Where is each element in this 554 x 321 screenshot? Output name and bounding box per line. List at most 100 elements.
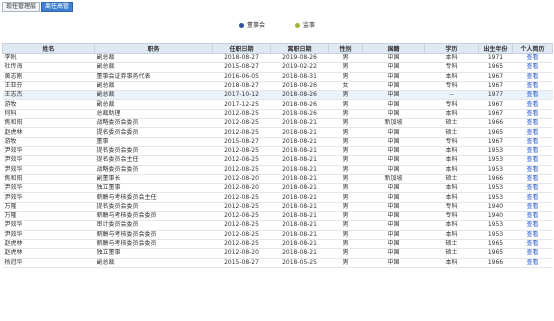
cell-name: 李帆 [2,53,95,64]
view-resume-link[interactable]: 查看 [526,221,538,228]
view-resume-link[interactable]: 查看 [526,194,538,201]
view-resume-link[interactable]: 查看 [526,249,538,256]
cell-birth-year: 1967 [478,109,513,120]
cell-gender: 男 [328,127,363,138]
table-row[interactable]: 焦和阳 战略委员会委员 2012-08-25 2018-08-21 男新加坡 硕士 1966… [2,118,553,129]
cell-end-date: 2018-08-21 [270,192,329,203]
column-header-nationality[interactable]: 国籍 [362,43,425,54]
table-row[interactable]: 黄志刚 董事会证券事务代表 2016-06-05 2018-08-31 男中国 本科 196… [2,72,553,82]
view-resume-link[interactable]: 查看 [526,138,538,145]
column-header-end-date[interactable]: 离职日期 [270,43,329,54]
cell-position: 总裁助理 [94,109,213,120]
table-row[interactable]: 尹效华 提名委员会委员 2012-08-25 2018-08-21 男中国 本科 1953 查… [2,146,553,157]
table-row[interactable]: 王志杰 副总裁 2017-10-12 2018-08-26 男中国 -- 1977 查看 [2,90,553,101]
column-header-name[interactable]: 姓名 [2,43,95,54]
table-row[interactable]: 尹效华 审计委员会委员 2012-08-25 2018-08-21 男中国 本科 1953 查… [2,220,553,231]
view-resume-link[interactable]: 查看 [526,156,538,163]
cell-nationality: 中国 [362,146,425,157]
supervisor-dot-icon [294,23,300,28]
column-header-education[interactable]: 学历 [424,43,479,54]
table-row[interactable]: 游牧 董事 2015-08-27 2018-08-21 男中国 专科 1967 查看 [2,137,553,147]
tab-current-management[interactable]: 现任管理层 [2,2,41,12]
table-row[interactable]: 万隆 薪酬与考核委员会委员 2012-08-25 2018-08-21 男中国 专科 194… [2,211,553,222]
column-header-birth-year[interactable]: 出生年份 [478,43,513,54]
view-resume-link[interactable]: 查看 [526,212,538,219]
cell-resume-link: 查看 [512,174,553,185]
legend-label: 监事 [302,22,315,29]
cell-name: 尹效华 [2,230,95,240]
view-resume-link[interactable]: 查看 [526,82,538,89]
column-header-start-date[interactable]: 任职日期 [212,43,271,54]
table-row[interactable]: 尹效华 战略委员会委员 2012-08-25 2018-08-21 男中国 本科 1953 查… [2,165,553,175]
view-resume-link[interactable]: 查看 [526,54,538,61]
cell-education: 本科 [424,155,479,166]
cell-name: 王亚芬 [2,81,95,92]
table-row[interactable]: 杜传海 副总裁 2015-08-27 2019-02-22 男中国 专科 1965 查看 [2,62,553,73]
cell-birth-year: 1966 [478,258,513,268]
cell-gender: 男 [328,137,363,147]
column-header-gender[interactable]: 性别 [328,43,363,54]
cell-start-date: 2012-08-25 [212,220,271,231]
view-resume-link[interactable]: 查看 [526,240,538,247]
table-row[interactable]: 焦和阳 副董事长 2012-08-20 2018-08-21 男新加坡 硕士 1966 查看 [2,174,553,185]
view-resume-link[interactable]: 查看 [526,166,538,173]
departed-executives-table: 姓名 职务 任职日期 离职日期 性别 国籍 学历 出生年份 个人简历 李帆 副总裁… [2,43,553,268]
table-row[interactable]: 李帆 副总裁 2018-08-27 2019-08-26 男中国 本科 1971 查看 [2,53,553,64]
table-row[interactable]: 王亚芬 副总裁 2018-08-27 2018-08-26 女中国 专科 1967 查看 [2,81,553,92]
legend-item-supervisor[interactable]: 监事 [294,20,315,29]
view-resume-link[interactable]: 查看 [526,203,538,210]
cell-name: 万隆 [2,202,95,213]
cell-resume-link: 查看 [512,137,553,147]
cell-resume-link: 查看 [512,220,553,231]
cell-resume-link: 查看 [512,118,553,129]
column-header-resume: 个人简历 [512,43,553,54]
cell-start-date: 2012-08-20 [212,174,271,185]
view-resume-link[interactable]: 查看 [526,175,538,182]
cell-gender: 男 [328,192,363,203]
view-resume-link[interactable]: 查看 [526,101,538,108]
view-resume-link[interactable]: 查看 [526,231,538,238]
cell-end-date: 2018-08-21 [270,146,329,157]
table-row[interactable]: 尹效华 薪酬与考核委员会主任 2012-08-25 2018-08-21 男中国 本科 19… [2,192,553,203]
view-resume-link[interactable]: 查看 [526,63,538,70]
table-row[interactable]: 杨冠华 副总裁 2015-08-27 2018-05-25 男中国 本科 1966 查看 [2,258,553,268]
view-resume-link[interactable]: 查看 [526,147,538,154]
view-resume-link[interactable]: 查看 [526,91,538,98]
table-row[interactable]: 何科 总裁助理 2012-08-25 2018-08-26 男中国 本科 1967 查看 [2,109,553,120]
table-row[interactable]: 赵虎林 独立董事 2012-08-20 2018-08-21 男中国 硕士 1965 查看 [2,248,553,259]
cell-nationality: 中国 [362,127,425,138]
view-resume-link[interactable]: 查看 [526,259,538,266]
view-resume-link[interactable]: 查看 [526,129,538,136]
table-row[interactable]: 赵虎林 薪酬与考核委员会委员 2012-08-25 2018-08-21 男中国 硕士 19… [2,239,553,250]
cell-start-date: 2017-12-25 [212,99,271,110]
table-row[interactable]: 赵虎林 提名委员会委员 2012-08-25 2018-08-21 男中国 硕士 1965 查… [2,127,553,138]
view-resume-link[interactable]: 查看 [526,119,538,126]
table-row[interactable]: 尹效华 薪酬与考核委员会委员 2012-08-25 2018-08-21 男中国 本科 19… [2,230,553,240]
cell-name: 游牧 [2,137,95,147]
legend-item-board[interactable]: 董事会 [239,20,265,29]
cell-birth-year: 1953 [478,155,513,166]
cell-resume-link: 查看 [512,230,553,240]
tab-departed-executives[interactable]: 离任高管 [41,2,74,12]
table-header-row: 姓名 职务 任职日期 离职日期 性别 国籍 学历 出生年份 个人简历 [2,43,553,54]
cell-education: 本科 [424,72,479,82]
cell-resume-link: 查看 [512,248,553,259]
cell-position: 提名委员会委员 [94,202,213,213]
cell-resume-link: 查看 [512,127,553,138]
cell-end-date: 2018-08-21 [270,202,329,213]
view-resume-link[interactable]: 查看 [526,110,538,117]
table-row[interactable]: 游牧 副总裁 2017-12-25 2018-08-26 男中国 专科 1967 查看 [2,99,553,110]
cell-name: 黄志刚 [2,72,95,82]
table-row[interactable]: 万隆 提名委员会委员 2012-08-25 2018-08-21 男中国 专科 1940 查看 [2,202,553,213]
cell-birth-year: 1966 [478,118,513,129]
column-header-position[interactable]: 职务 [94,43,213,54]
cell-education: 专科 [424,62,479,73]
table-row[interactable]: 尹效华 独立董事 2012-08-20 2018-08-21 男中国 本科 1953 查看 [2,183,553,194]
cell-nationality: 中国 [362,220,425,231]
view-resume-link[interactable]: 查看 [526,73,538,80]
view-resume-link[interactable]: 查看 [526,184,538,191]
cell-education: 硕士 [424,248,479,259]
table-row[interactable]: 尹效华 提名委员会主任 2012-08-25 2018-08-21 男中国 本科 1953 查… [2,155,553,166]
cell-start-date: 2016-06-05 [212,72,271,82]
cell-name: 杜传海 [2,62,95,73]
